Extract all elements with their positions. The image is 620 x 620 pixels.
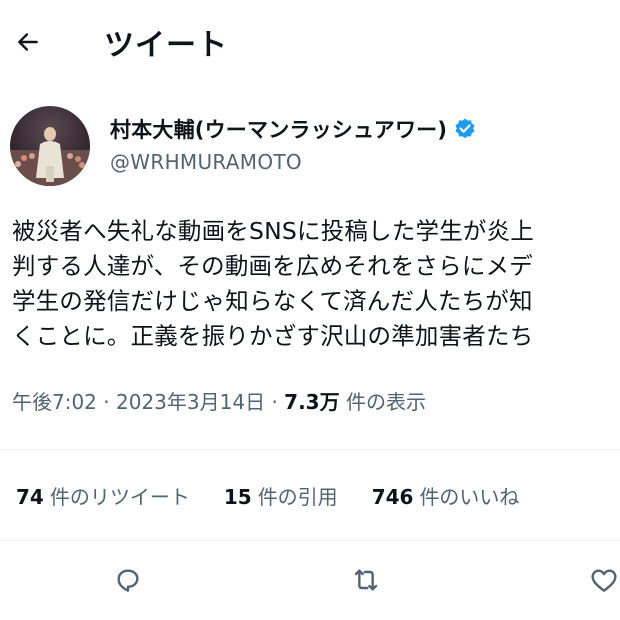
tweet-line: 学生の発信だけじゃ知らなくて済んだ人たちが知 bbox=[12, 287, 533, 315]
divider bbox=[0, 449, 620, 450]
verified-badge-icon bbox=[455, 118, 475, 139]
likes-stat[interactable]: 746 件のいいね bbox=[372, 481, 520, 510]
avatar[interactable] bbox=[10, 106, 90, 186]
retweets-label: 件のリツイート bbox=[49, 485, 190, 509]
divider bbox=[0, 540, 620, 541]
quotes-label: 件の引用 bbox=[257, 485, 338, 509]
meta-separator: · bbox=[103, 390, 116, 414]
tweet-time[interactable]: 午後7:02 bbox=[12, 390, 97, 414]
quotes-stat[interactable]: 15 件の引用 bbox=[224, 481, 338, 510]
tweet-line: 被災者へ失礼な動画をSNSに投稿した学生が炎上 bbox=[12, 217, 535, 245]
retweet-icon bbox=[354, 569, 378, 591]
quotes-count: 15 bbox=[223, 485, 252, 509]
tweet-date[interactable]: 2023年3月14日 bbox=[116, 390, 265, 414]
retweets-stat[interactable]: 74 件のリツイート bbox=[16, 481, 190, 510]
back-arrow-icon bbox=[18, 33, 38, 51]
back-button[interactable] bbox=[10, 24, 46, 60]
reply-button[interactable] bbox=[108, 560, 148, 600]
views-count[interactable]: 7.3万 bbox=[284, 390, 339, 414]
tweet-line: 判する人達が、その動画を広めそれをさらにメデ bbox=[12, 252, 533, 280]
display-name-row[interactable]: 村本大輔(ウーマンラッシュアワー) bbox=[110, 114, 477, 144]
likes-label: 件のいいね bbox=[419, 485, 520, 509]
meta-separator: · bbox=[271, 390, 285, 414]
header: ツイート bbox=[0, 0, 620, 88]
retweets-count: 74 bbox=[16, 485, 44, 509]
page-title: ツイート bbox=[104, 28, 228, 63]
views-label: 件の表示 bbox=[345, 390, 426, 414]
engagement-stats: 74 件のリツイート 15 件の引用 746 件のいいね bbox=[16, 481, 553, 510]
display-name: 村本大輔(ウーマンラッシュアワー) bbox=[110, 118, 448, 142]
retweet-button[interactable] bbox=[346, 560, 386, 600]
like-button[interactable] bbox=[584, 560, 620, 600]
likes-count: 746 bbox=[371, 485, 414, 509]
user-handle[interactable]: @WRHMURAMOTO bbox=[110, 150, 302, 174]
reply-icon bbox=[117, 569, 139, 592]
tweet-body: 被災者へ失礼な動画をSNSに投稿した学生が炎上 判する人達が、その動画を広めそれ… bbox=[12, 214, 620, 354]
tweet-line: くことに。正義を振りかざす沢山の準加害者たち bbox=[12, 322, 534, 350]
tweet-meta: 午後7:02 · 2023年3月14日 · 7.3万 件の表示 bbox=[12, 386, 426, 415]
like-icon bbox=[591, 569, 617, 592]
